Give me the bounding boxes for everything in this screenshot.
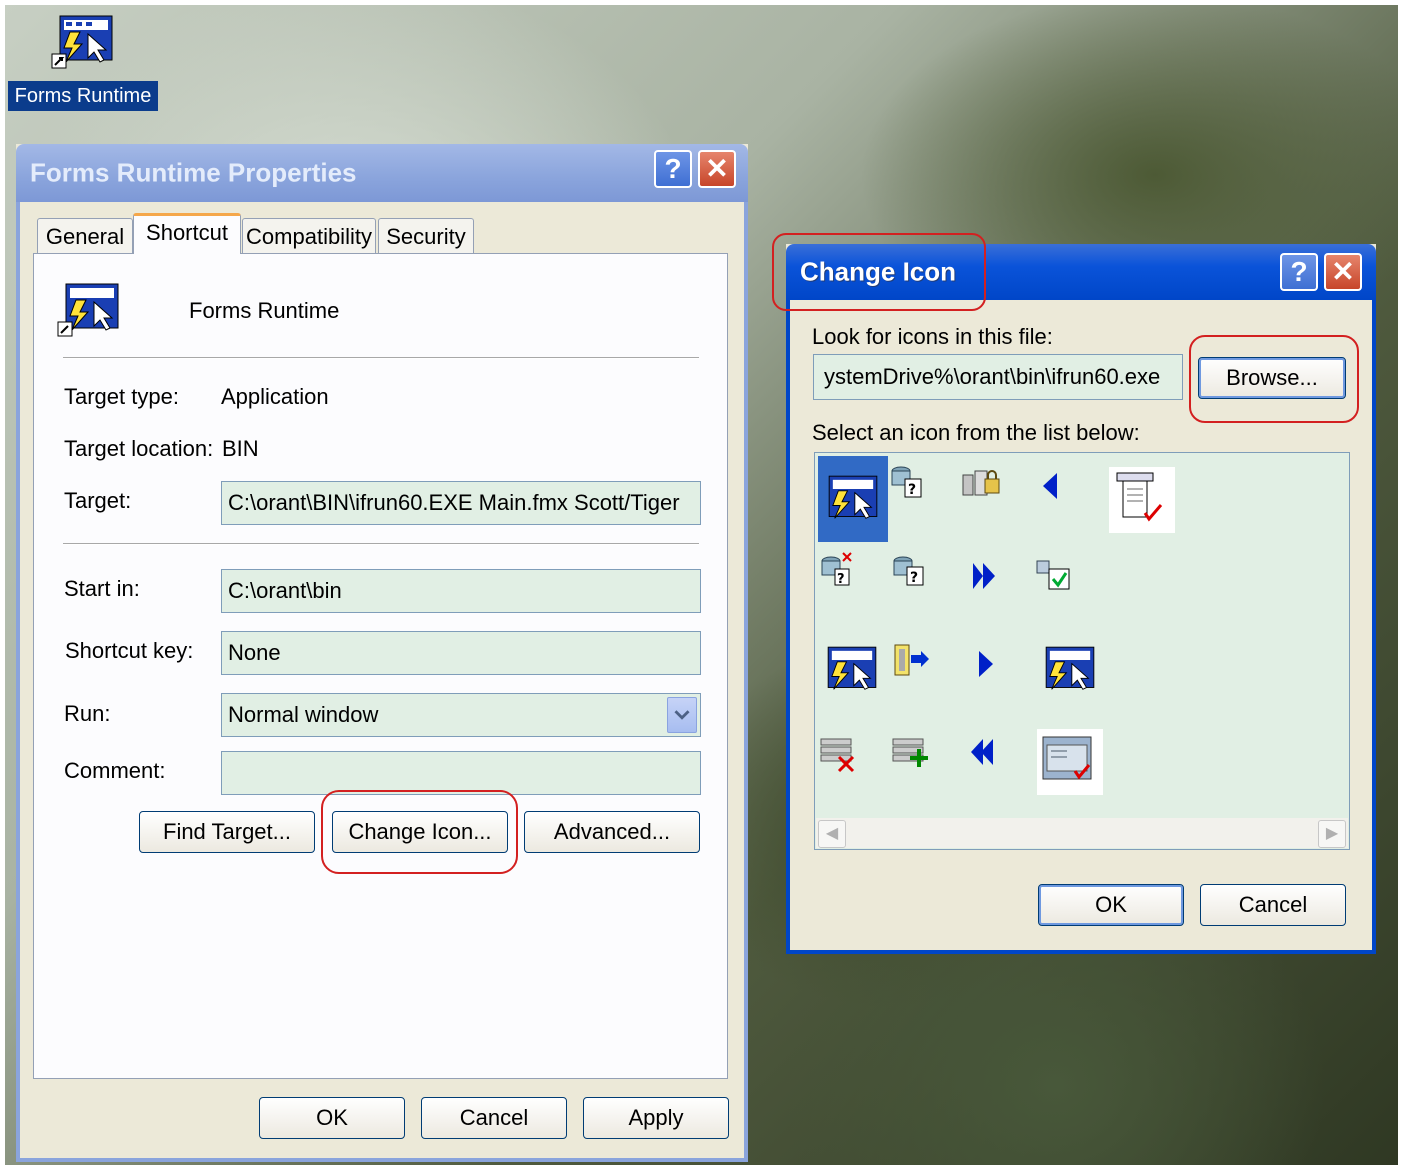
change-icon-title: Change Icon	[800, 256, 957, 287]
ok-button[interactable]: OK	[259, 1097, 405, 1139]
exit-door-icon	[894, 644, 929, 676]
checkbox-icon	[1036, 560, 1070, 590]
scroll-left-icon[interactable]: ◀	[818, 820, 846, 848]
database-delete-icon: ?	[821, 552, 852, 587]
icon-option[interactable]	[819, 733, 889, 803]
cancel-button[interactable]: Cancel	[421, 1097, 567, 1139]
help-icon[interactable]: ?	[1280, 253, 1318, 291]
tab-shortcut[interactable]: Shortcut	[133, 213, 241, 254]
tab-security[interactable]: Security	[378, 218, 474, 254]
app-icon	[57, 283, 119, 337]
svg-text:?: ?	[910, 570, 918, 586]
forms-runtime-icon-large	[827, 646, 877, 690]
change-icon-title-bar[interactable]: Change Icon ? ✕	[786, 244, 1376, 300]
target-location-label: Target location:	[64, 436, 214, 461]
database-query-icon: ?	[893, 556, 924, 586]
help-icon[interactable]: ?	[654, 150, 692, 188]
icon-option[interactable]	[1109, 467, 1175, 533]
close-icon[interactable]: ✕	[698, 150, 736, 188]
shortcut-key-label: Shortcut key:	[65, 638, 194, 663]
icon-option[interactable]	[971, 561, 1041, 631]
arrow-right-icon	[979, 651, 993, 677]
record-delete-icon	[820, 738, 855, 773]
desktop-shortcut-label: Forms Runtime	[8, 81, 158, 111]
start-in-field[interactable]: C:\orant\bin	[221, 569, 701, 613]
arrow-left-icon	[1043, 473, 1057, 499]
icon-option[interactable]	[818, 456, 888, 542]
start-in-label: Start in:	[64, 576, 140, 601]
icon-option[interactable]	[969, 737, 1039, 807]
run-select[interactable]: Normal window	[221, 693, 701, 737]
shortcut-key-field[interactable]: None	[221, 631, 701, 675]
record-insert-icon	[892, 738, 928, 767]
advanced-button[interactable]: Advanced...	[524, 811, 700, 853]
target-type-value: Application	[221, 384, 329, 409]
app-name: Forms Runtime	[189, 298, 340, 323]
database-lock-icon	[962, 470, 1000, 496]
find-target-button[interactable]: Find Target...	[139, 811, 315, 853]
icon-option[interactable]	[1037, 643, 1107, 713]
cancel-button[interactable]: Cancel	[1200, 884, 1346, 926]
icon-option[interactable]: ?	[889, 551, 959, 621]
double-arrow-left-icon	[971, 739, 993, 765]
properties-title-bar[interactable]: Forms Runtime Properties ? ✕	[16, 144, 748, 202]
look-for-label: Look for icons in this file:	[812, 324, 1053, 349]
svg-text:?: ?	[908, 482, 916, 498]
forms-runtime-icon	[51, 15, 113, 69]
separator	[63, 357, 699, 359]
icon-option[interactable]	[819, 643, 889, 713]
icon-option[interactable]	[1035, 555, 1105, 625]
properties-title: Forms Runtime Properties	[30, 157, 357, 188]
icon-file-field[interactable]: ystemDrive%\orant\bin\ifrun60.exe	[813, 354, 1183, 400]
browse-button[interactable]: Browse...	[1198, 357, 1346, 399]
shortcut-tab-panel: Forms Runtime Target type: Application T…	[33, 253, 728, 1079]
icon-option[interactable]	[891, 731, 961, 801]
forms-runtime-icon-alt	[1045, 646, 1095, 690]
comment-field[interactable]	[221, 751, 701, 795]
icon-option[interactable]	[975, 649, 1045, 719]
icon-option[interactable]	[1041, 471, 1111, 541]
svg-text:?: ?	[837, 572, 845, 587]
window-check-icon	[1042, 736, 1092, 780]
separator	[63, 543, 699, 545]
tab-general[interactable]: General	[37, 218, 133, 254]
query-database-icon: ?	[891, 466, 922, 498]
apply-button[interactable]: Apply	[583, 1097, 729, 1139]
forms-runtime-icon	[828, 475, 878, 519]
double-arrow-right-icon	[973, 563, 995, 589]
icon-option[interactable]: ?	[887, 463, 957, 533]
scroll-right-icon[interactable]: ▶	[1318, 820, 1346, 848]
comment-label: Comment:	[64, 758, 166, 783]
icon-option[interactable]	[1037, 729, 1103, 795]
run-label: Run:	[64, 701, 111, 726]
horizontal-scrollbar[interactable]: ◀ ▶	[816, 818, 1348, 848]
properties-window: Forms Runtime Properties ? ✕ General Sho…	[16, 144, 748, 1162]
icon-option[interactable]	[961, 465, 1031, 535]
icon-option[interactable]: ?	[817, 551, 887, 621]
run-select-value: Normal window	[228, 702, 379, 727]
close-icon[interactable]: ✕	[1324, 253, 1362, 291]
change-icon-dialog: Change Icon ? ✕ Look for icons in this f…	[786, 244, 1376, 954]
document-check-icon	[1116, 472, 1163, 522]
chevron-down-icon[interactable]	[667, 697, 697, 733]
target-type-label: Target type:	[64, 384, 179, 409]
target-label: Target:	[64, 488, 132, 513]
icon-option[interactable]	[891, 641, 961, 711]
target-location-value: BIN	[222, 436, 259, 461]
ok-button[interactable]: OK	[1038, 884, 1184, 926]
change-icon-button[interactable]: Change Icon...	[332, 811, 508, 853]
select-icon-label: Select an icon from the list below:	[812, 420, 1140, 445]
tab-compatibility[interactable]: Compatibility	[242, 218, 376, 254]
icon-list[interactable]: ? ? ? ◀ ▶	[814, 452, 1350, 850]
target-field[interactable]: C:\orant\BIN\ifrun60.EXE Main.fmx Scott/…	[221, 481, 701, 525]
